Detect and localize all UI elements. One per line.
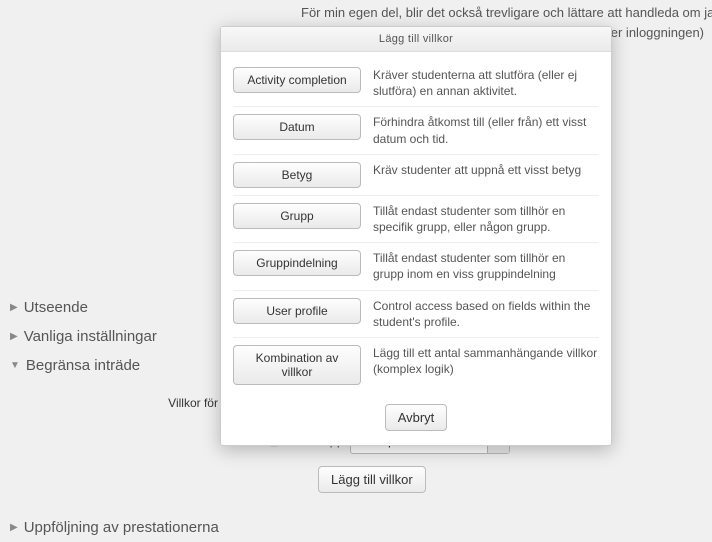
condition-button-4[interactable]: Gruppindelning bbox=[233, 250, 361, 276]
add-condition-button[interactable]: Lägg till villkor bbox=[318, 466, 426, 493]
condition-desc: Förhindra åtkomst till (eller från) ett … bbox=[373, 114, 599, 146]
condition-button-5[interactable]: User profile bbox=[233, 298, 361, 324]
condition-list: Activity completion Kräver studenterna at… bbox=[221, 52, 611, 396]
chevron-right-icon: ▶ bbox=[10, 331, 18, 342]
condition-button-0[interactable]: Activity completion bbox=[233, 67, 361, 93]
section-uppfoljning[interactable]: ▶ Uppföljning av prestationerna bbox=[8, 513, 704, 542]
dialog-title: Lägg till villkor bbox=[221, 27, 611, 52]
condition-button-1[interactable]: Datum bbox=[233, 114, 361, 140]
condition-row: Kombination av villkor Lägg till ett anta… bbox=[233, 337, 599, 392]
condition-row: Gruppindelning Tillåt endast studenter so… bbox=[233, 242, 599, 289]
condition-row: User profile Control access based on fiel… bbox=[233, 290, 599, 337]
section-label: Uppföljning av prestationerna bbox=[24, 519, 219, 536]
cancel-button[interactable]: Avbryt bbox=[385, 404, 448, 431]
chevron-right-icon: ▶ bbox=[10, 522, 18, 533]
condition-desc: Kräver studenterna att slutföra (eller e… bbox=[373, 67, 599, 99]
add-condition-dialog: Lägg till villkor Activity completion Krä… bbox=[220, 26, 612, 446]
section-label: Vanliga inställningar bbox=[24, 328, 157, 345]
condition-button-2[interactable]: Betyg bbox=[233, 162, 361, 188]
condition-desc: Control access based on fields within th… bbox=[373, 298, 599, 330]
condition-row: Activity completion Kräver studenterna at… bbox=[233, 60, 599, 106]
condition-desc: Tillåt endast studenter som tillhör en s… bbox=[373, 203, 599, 235]
condition-desc: Tillåt endast studenter som tillhör en g… bbox=[373, 250, 599, 282]
condition-row: Grupp Tillåt endast studenter som tillhör… bbox=[233, 195, 599, 242]
condition-desc: Kräv studenter att uppnå ett visst betyg bbox=[373, 162, 599, 178]
condition-desc: Lägg till ett antal sammanhängande villk… bbox=[373, 345, 599, 377]
condition-row: Datum Förhindra åtkomst till (eller från)… bbox=[233, 106, 599, 153]
section-label: Utseende bbox=[24, 299, 88, 316]
condition-button-3[interactable]: Grupp bbox=[233, 203, 361, 229]
chevron-right-icon: ▶ bbox=[10, 302, 18, 313]
condition-row: Betyg Kräv studenter att uppnå ett visst … bbox=[233, 154, 599, 195]
condition-button-6[interactable]: Kombination av villkor bbox=[233, 345, 361, 385]
intro-line-1: För min egen del, blir det också trevlig… bbox=[301, 4, 704, 22]
section-label: Begränsa inträde bbox=[26, 357, 140, 374]
chevron-down-icon: ▼ bbox=[10, 360, 20, 371]
